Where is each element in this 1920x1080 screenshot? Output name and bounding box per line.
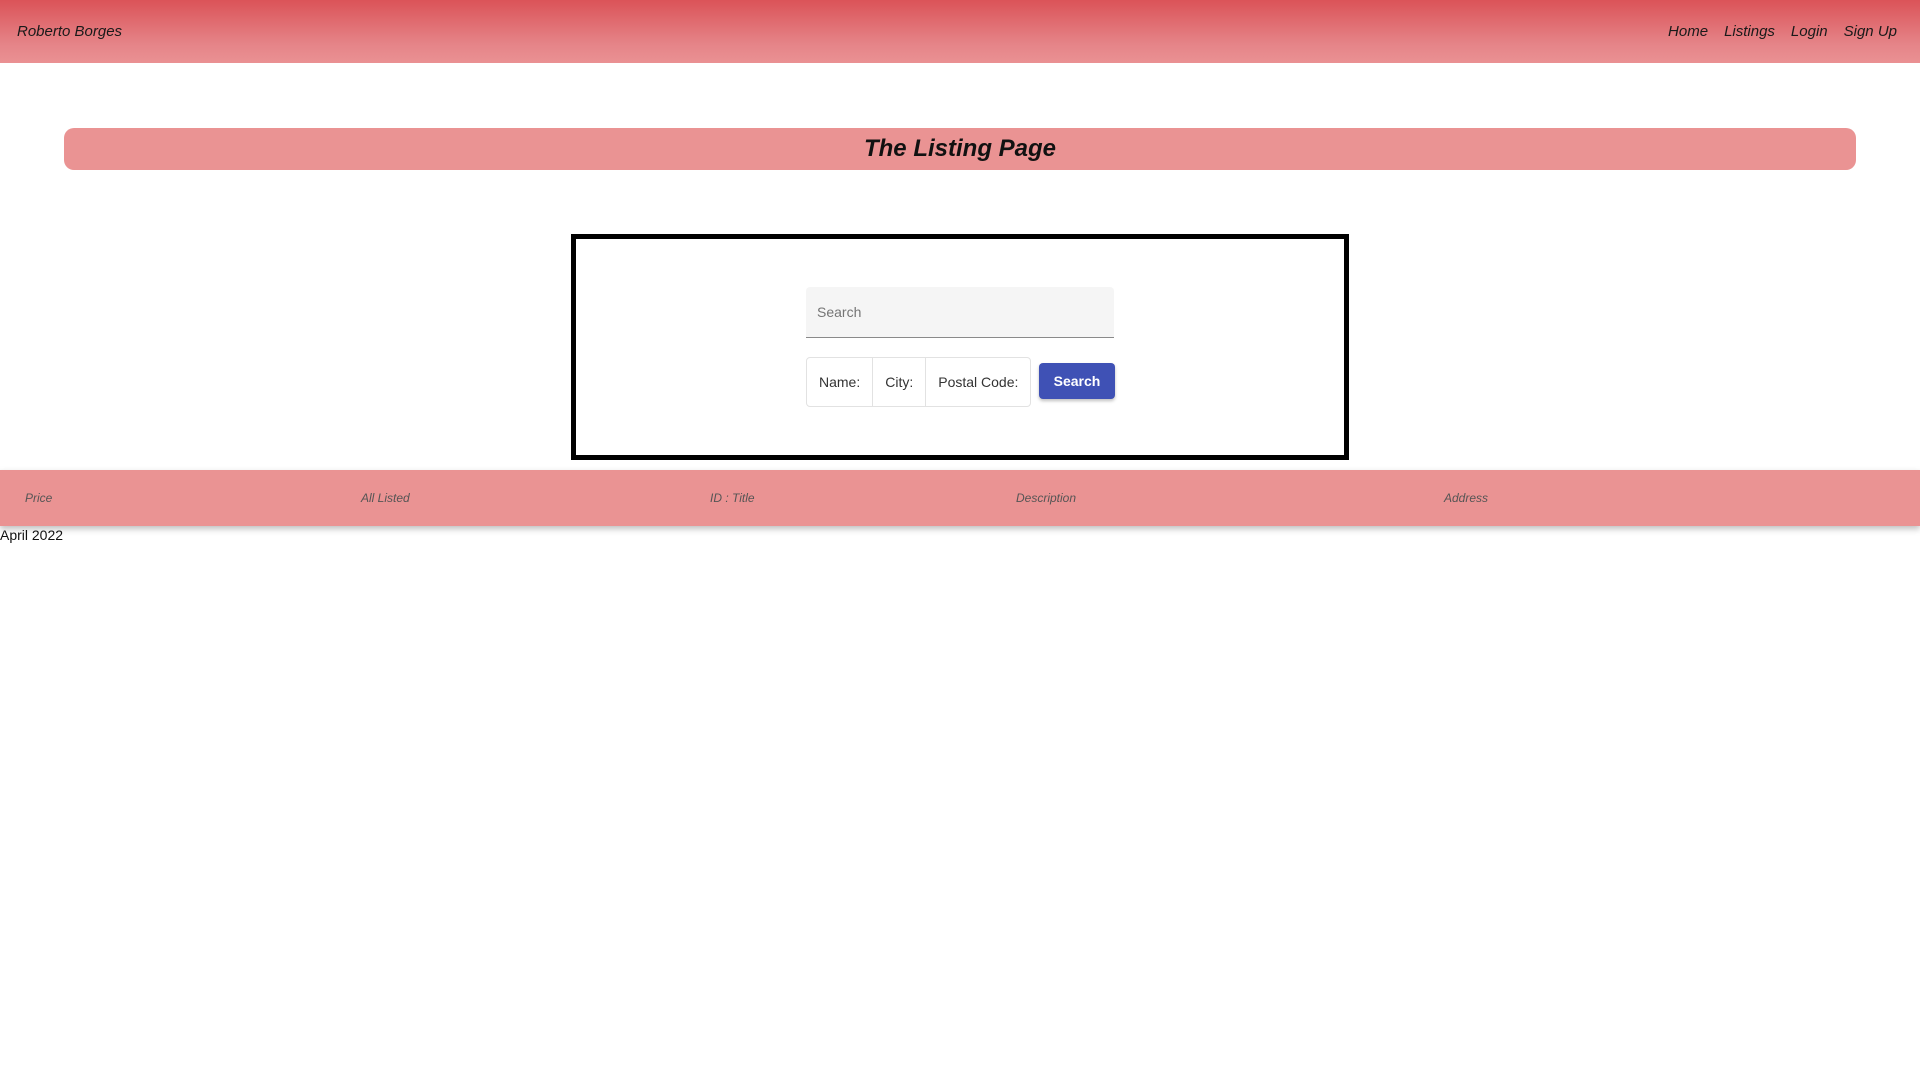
footer-date: April 2022 — [0, 527, 64, 543]
nav-link-home[interactable]: Home — [1668, 23, 1708, 40]
column-header-price[interactable]: Price — [25, 470, 52, 526]
nav-links: Home Listings Login Sign Up — [1668, 23, 1897, 40]
top-navbar: Roberto Borges Home Listings Login Sign … — [0, 0, 1920, 63]
column-header-id-title[interactable]: ID : Title — [710, 470, 755, 526]
column-header-address[interactable]: Address — [1444, 470, 1488, 526]
search-field — [806, 287, 1114, 338]
title-banner: The Listing Page — [64, 128, 1856, 170]
column-header-description[interactable]: Description — [1016, 470, 1076, 526]
nav-link-listings[interactable]: Listings — [1724, 23, 1775, 40]
brand-name[interactable]: Roberto Borges — [17, 23, 122, 40]
filter-toggle-group: Name: City: Postal Code: — [806, 357, 1032, 407]
search-panel: Name: City: Postal Code: Search — [571, 234, 1349, 460]
column-header-all-listed[interactable]: All Listed — [361, 470, 410, 526]
nav-link-login[interactable]: Login — [1791, 23, 1828, 40]
filter-city[interactable]: City: — [873, 358, 927, 406]
page-title: The Listing Page — [863, 135, 1057, 162]
filter-postal-code[interactable]: Postal Code: — [926, 358, 1030, 406]
listings-table-header: Price All Listed ID : Title Description … — [0, 470, 1920, 526]
search-button[interactable]: Search — [1039, 363, 1115, 399]
filter-name[interactable]: Name: — [807, 358, 874, 406]
search-input[interactable] — [806, 287, 1114, 337]
nav-link-sign-up[interactable]: Sign Up — [1844, 23, 1897, 40]
